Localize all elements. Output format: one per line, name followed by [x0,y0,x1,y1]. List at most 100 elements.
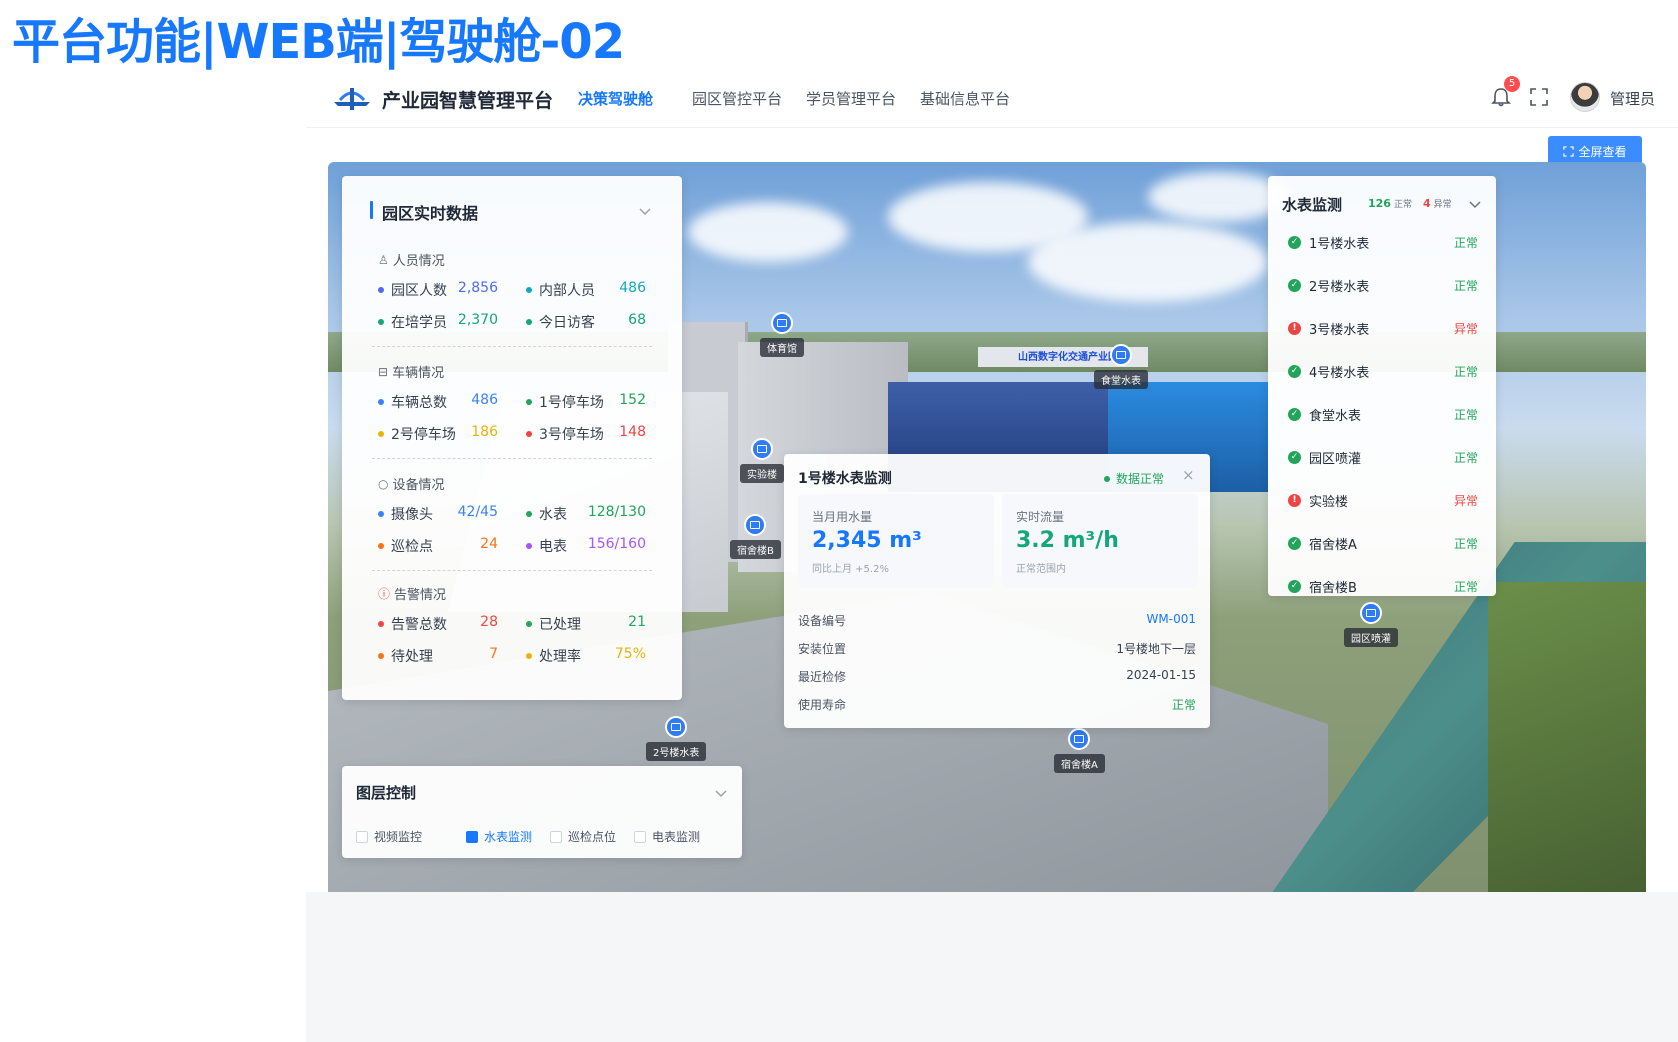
map-marker-dorm-b[interactable]: 宿舍楼B [730,514,781,559]
stat-item: 巡检点 [378,536,433,556]
grass-bank [1488,582,1646,922]
map-marker-lab[interactable]: 实验楼 [740,438,784,483]
stat-value: 486 [471,392,498,408]
checkbox[interactable] [356,830,368,843]
checkbox[interactable] [550,830,562,843]
info-value: 2024-01-15 [1126,668,1196,682]
check-icon: ✓ [1288,536,1301,550]
stat-value: 2,370 [457,312,498,328]
map-marker-canteen-meter[interactable]: 食堂水表 [1094,344,1148,389]
abnormal-count: 4 [1422,197,1431,210]
bullet-dot [526,287,532,293]
stat-item: 已处理 [526,614,581,634]
chevron-down-icon[interactable] [714,786,728,800]
expand-icon [1563,145,1575,157]
chevron-down-icon[interactable] [638,204,652,218]
bullet-dot [526,399,532,405]
water-monitor-panel: 水表监测 126 正常 4 异常 ✓ 1号楼水表 正常 ✓ 2号楼水表 正常 ! 3号楼水… [1268,176,1496,596]
camera-icon [771,312,793,334]
stat-label: 待处理 [391,649,433,665]
section-vehicles: ⊟ 车辆情况 [378,362,444,382]
layer-option-patrol[interactable]: 巡检点位 [550,828,616,845]
layer-option-electric[interactable]: 电表监测 [634,828,700,845]
check-icon: ✓ [1288,364,1301,378]
normal-label: 正常 [1393,200,1412,210]
tab-student-management[interactable]: 学员管理平台 [806,88,896,109]
water-meter-item[interactable]: ✓ 宿舍楼B 正常 [1288,576,1478,596]
popup-title: 1号楼水表监测 [798,471,892,487]
stat-value: 42/45 [457,504,498,520]
brand-name: 产业园智慧管理平台 [382,90,554,112]
stat-item: 水表 [526,504,567,524]
stat-label: 摄像头 [391,507,433,523]
map-marker-dorm-a[interactable]: 宿舍楼A [1054,728,1105,773]
meter-name: 实验楼 [1309,494,1349,510]
footer-strip [306,892,1678,1042]
tab-cockpit[interactable]: 决策驾驶舱 [578,88,653,109]
metric-realtime-flow: 实时流量 3.2 m³/h 正常范围内 [1002,494,1198,588]
map-marker-label: 食堂水表 [1094,370,1148,389]
3d-scene-view[interactable]: 山西数字化交通产业园 体育馆 食堂水表 实验楼 宿舍楼B 2号楼水表 宿舍楼A … [328,162,1646,922]
layer-option-water[interactable]: 水表监测 [466,828,532,845]
stat-value: 156/160 [587,536,646,552]
stat-item: 处理率 [526,646,581,666]
check-icon: ✓ [1288,235,1301,249]
section-label: 告警情况 [394,588,447,603]
stat-value: 75% [614,646,646,662]
stat-item: 告警总数 [378,614,447,634]
stat-label: 园区人数 [391,283,447,299]
title-accent-bar [370,201,373,219]
water-meter-item[interactable]: ✓ 1号楼水表 正常 [1288,232,1478,252]
avatar[interactable] [1570,82,1600,112]
camera-icon [1068,728,1091,750]
layer-label: 巡检点位 [568,830,617,844]
bullet-dot [378,287,384,293]
meter-name: 4号楼水表 [1309,365,1370,381]
panel-title: 园区实时数据 [382,204,479,223]
section-label: 人员情况 [392,254,445,269]
logo-icon [334,88,370,110]
stat-item: 电表 [526,536,567,556]
chevron-down-icon[interactable] [1468,197,1482,211]
info-row: 最近检修 2024-01-15 [798,668,1196,685]
map-marker-building-2-meter[interactable]: 2号楼水表 [646,716,707,761]
info-row: 使用寿命 正常 [798,696,1196,713]
water-meter-item[interactable]: ✓ 2号楼水表 正常 [1288,275,1478,295]
layer-option-video[interactable]: 视频监控 [356,828,422,845]
fullscreen-toggle-icon[interactable] [1528,86,1550,108]
section-devices: ○ 设备情况 [378,474,445,494]
check-icon: ✓ [1288,407,1301,421]
stat-value: 486 [619,280,646,296]
info-label: 使用寿命 [798,698,847,712]
alert-icon: ! [1288,493,1301,507]
stat-label: 在培学员 [391,315,447,331]
tab-basic-info[interactable]: 基础信息平台 [920,88,1010,109]
map-marker-irrigation[interactable]: 园区喷灌 [1344,602,1398,647]
info-row: 设备编号 WM-001 [798,612,1196,629]
tab-park-control[interactable]: 园区管控平台 [692,88,782,109]
meter-name: 2号楼水表 [1309,279,1370,295]
meter-status: 正常 [1453,278,1478,293]
fullscreen-button-label: 全屏查看 [1578,144,1627,159]
water-meter-item[interactable]: ! 3号楼水表 异常 [1288,318,1478,338]
water-meter-item[interactable]: ✓ 宿舍楼A 正常 [1288,533,1478,553]
stat-value: 128/130 [587,504,646,520]
water-meter-item[interactable]: ✓ 4号楼水表 正常 [1288,361,1478,381]
alert-icon: ! [1288,321,1301,335]
water-meter-item[interactable]: ✓ 食堂水表 正常 [1288,404,1478,424]
meter-status: 正常 [1453,536,1478,551]
stat-label: 水表 [539,507,567,523]
water-meter-item[interactable]: ✓ 园区喷灌 正常 [1288,447,1478,467]
map-marker-gym[interactable]: 体育馆 [760,312,804,357]
checkbox[interactable] [634,830,646,843]
stat-label: 今日访客 [539,315,595,331]
water-meter-item[interactable]: ! 实验楼 异常 [1288,490,1478,510]
meter-status: 正常 [1453,579,1478,594]
bullet-dot [526,621,532,627]
user-name[interactable]: 管理员 [1610,88,1655,109]
camera-icon [665,716,688,738]
checkbox[interactable] [466,830,478,843]
stat-value: 2,856 [457,280,498,296]
status-badge: 数据正常 [1104,470,1164,487]
close-icon[interactable]: × [1182,466,1195,484]
